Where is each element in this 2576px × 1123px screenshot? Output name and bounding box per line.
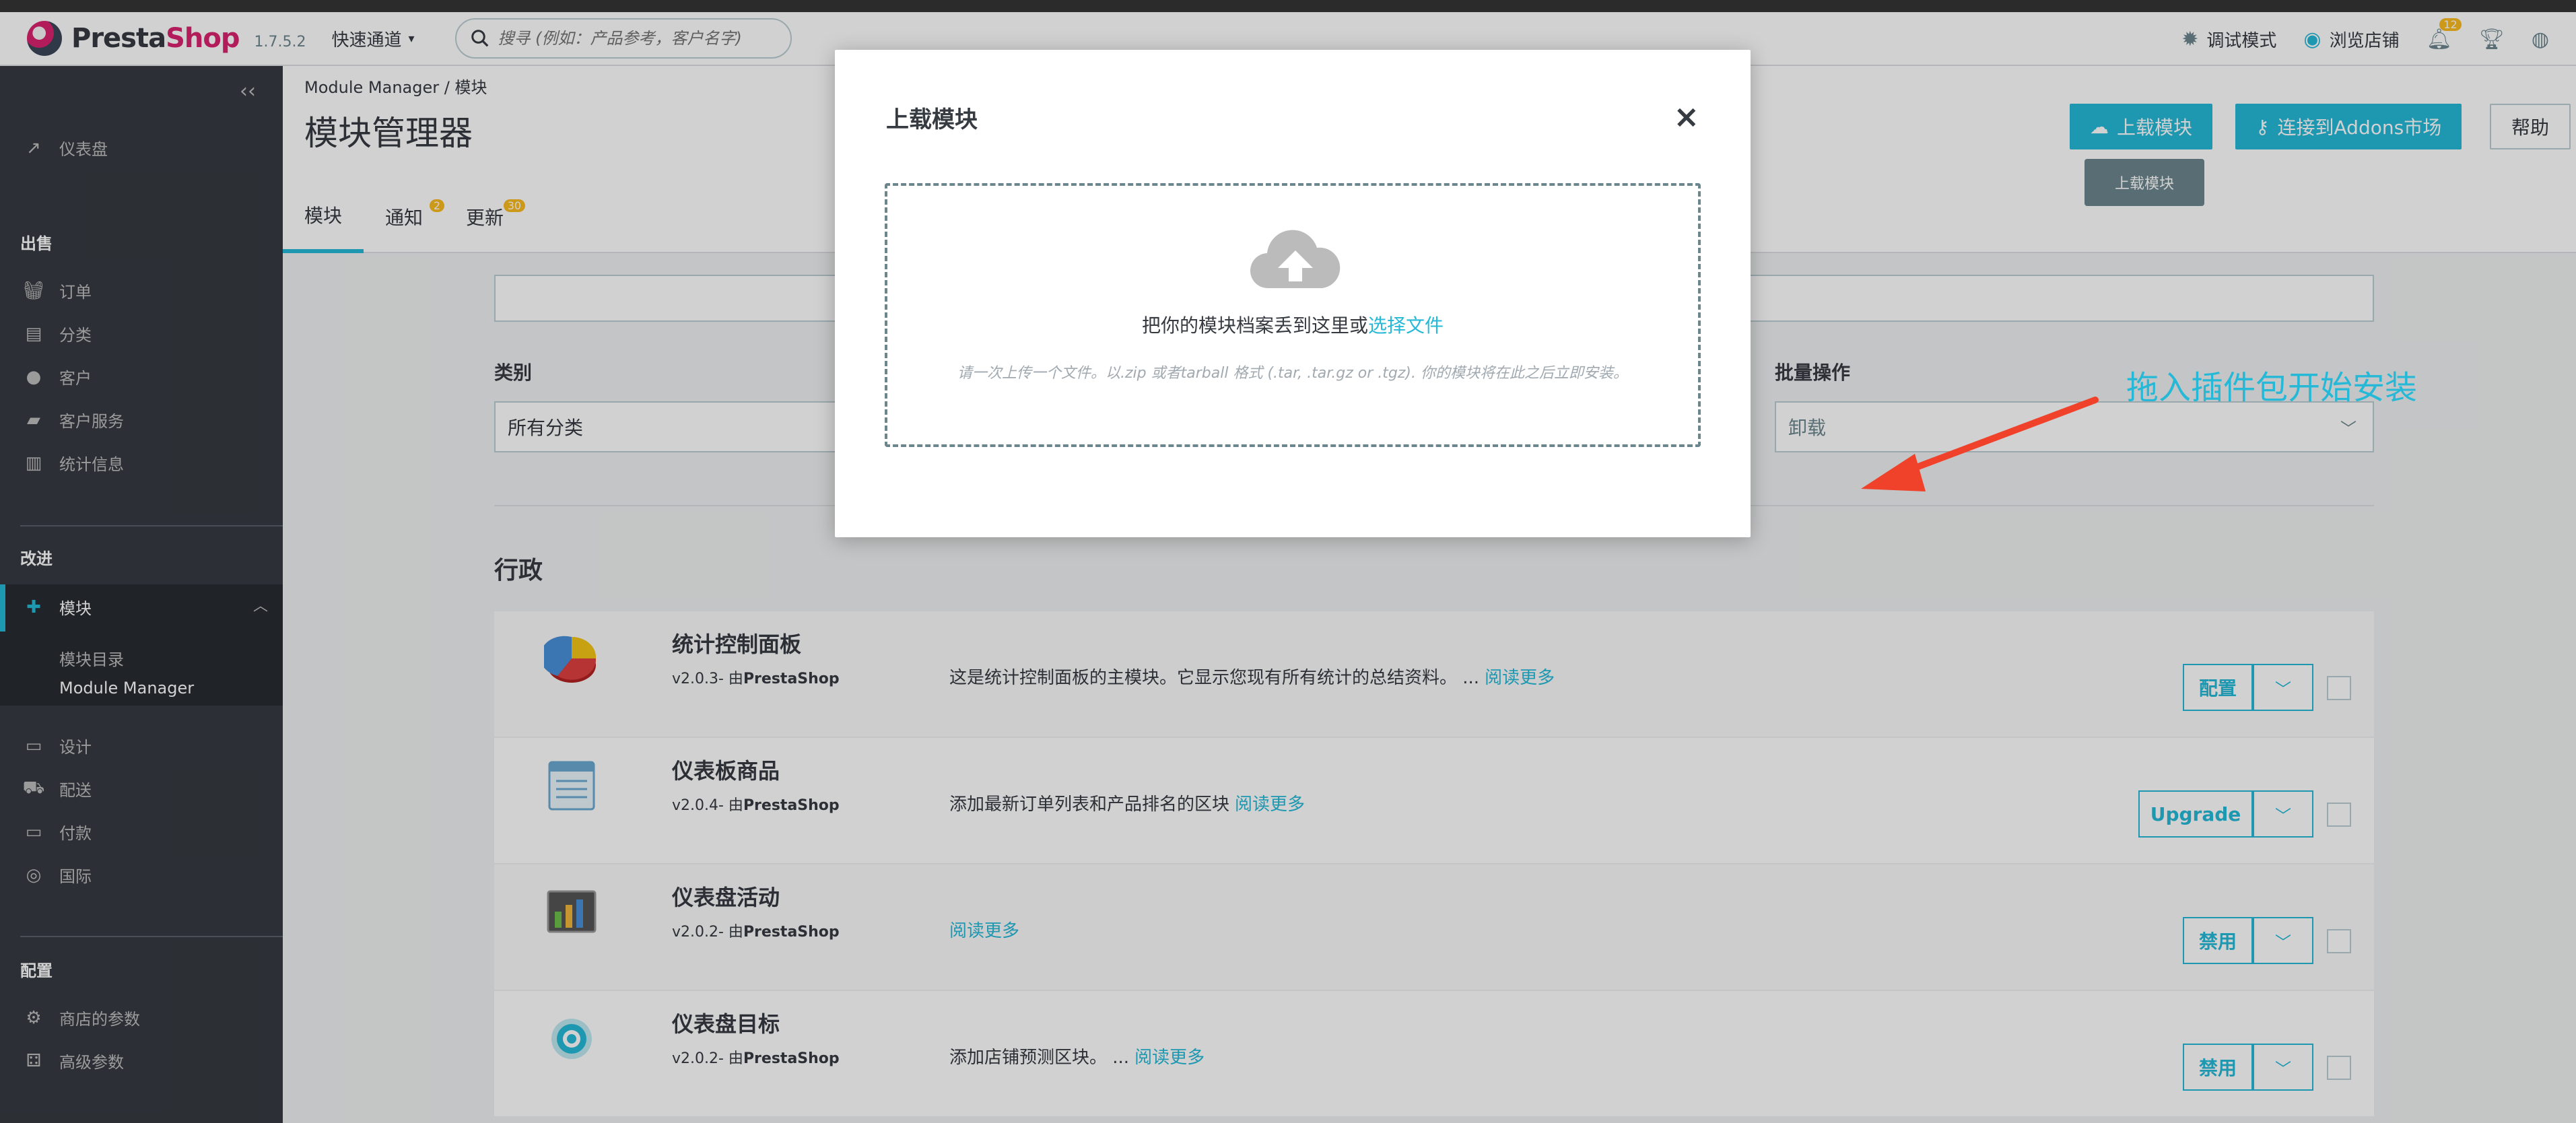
cloud-upload-icon bbox=[1250, 230, 1341, 289]
modal-title: 上载模块 bbox=[886, 106, 978, 133]
upload-module-modal: 上载模块 × 把你的模块档案丢到这里或选择文件 请一次上传一个文件。以.zip … bbox=[835, 50, 1751, 537]
choose-file-link[interactable]: 选择文件 bbox=[1368, 314, 1444, 337]
close-icon[interactable]: × bbox=[1673, 101, 1699, 132]
annotation-arrow-icon bbox=[1861, 397, 2099, 491]
annotation-text: 拖入插件包开始安装 bbox=[2126, 369, 2418, 407]
file-dropzone[interactable]: 把你的模块档案丢到这里或选择文件 请一次上传一个文件。以.zip 或者tarba… bbox=[885, 183, 1701, 447]
dropzone-hint: 请一次上传一个文件。以.zip 或者tarball 格式 (.tar, .tar… bbox=[957, 365, 1628, 382]
dropzone-text: 把你的模块档案丢到这里或选择文件 bbox=[1141, 314, 1444, 337]
window-top-strip bbox=[0, 0, 2576, 12]
